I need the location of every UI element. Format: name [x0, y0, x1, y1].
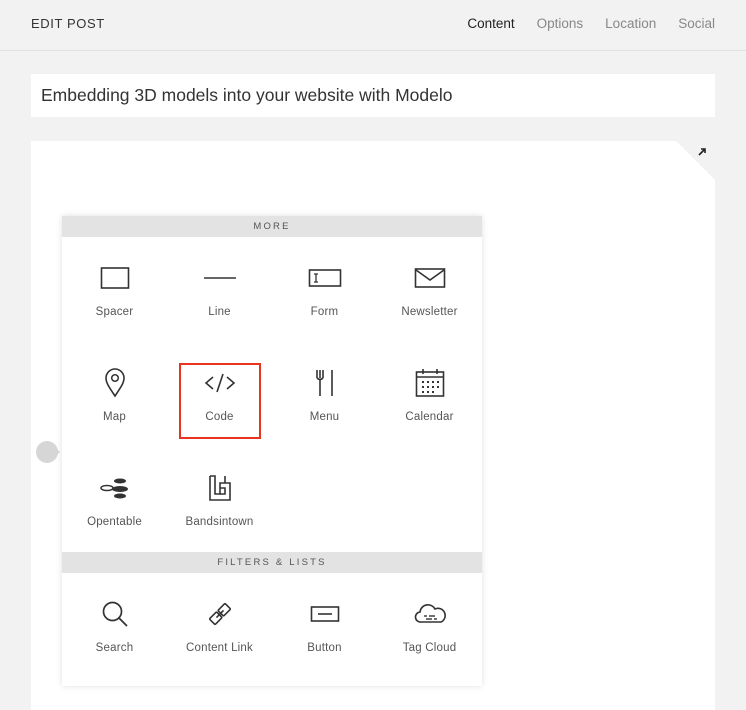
top-bar: EDIT POST Content Options Location Socia… — [0, 0, 746, 51]
block-label: Form — [310, 306, 339, 318]
section-heading-more: MORE — [62, 216, 482, 237]
block-label: Menu — [309, 411, 340, 423]
block-label: Button — [307, 642, 342, 654]
block-button[interactable]: Button — [272, 583, 377, 688]
map-pin-icon — [104, 368, 125, 398]
tab-social[interactable]: Social — [678, 16, 715, 31]
button-icon — [310, 606, 339, 622]
block-label: Spacer — [95, 306, 134, 318]
expand-icon[interactable] — [696, 146, 708, 158]
tab-options[interactable]: Options — [537, 16, 584, 31]
block-grid-more: Spacer Line Form Newsletter Map Code Men… — [62, 237, 482, 552]
search-icon — [102, 601, 128, 627]
block-content-link[interactable]: Content Link — [167, 583, 272, 688]
block-code[interactable]: Code — [167, 352, 272, 457]
block-label: Tag Cloud — [402, 642, 457, 654]
block-label: Line — [208, 306, 231, 318]
block-menu[interactable]: Menu — [272, 352, 377, 457]
block-tag-cloud[interactable]: Tag Cloud — [377, 583, 482, 688]
menu-fork-knife-icon — [315, 370, 333, 396]
calendar-icon — [415, 369, 444, 397]
opentable-icon — [99, 478, 128, 499]
block-grid-filters: Search Content Link Button Tag Cloud — [62, 573, 482, 688]
newsletter-icon — [414, 268, 445, 288]
block-label: Content Link — [186, 642, 253, 654]
tag-cloud-icon — [414, 604, 446, 623]
block-menu-panel: MORE Spacer Line Form Newsletter Map Cod… — [62, 216, 482, 686]
content-link-icon — [208, 603, 231, 625]
block-label: Map — [103, 411, 126, 423]
block-label: Newsletter — [401, 306, 458, 318]
insert-point-handle[interactable] — [36, 441, 60, 463]
block-form[interactable]: Form — [272, 247, 377, 352]
tab-location[interactable]: Location — [605, 16, 656, 31]
block-label: Opentable — [87, 516, 142, 528]
tab-content[interactable]: Content — [467, 16, 514, 31]
block-label: Code — [205, 411, 234, 423]
block-newsletter[interactable]: Newsletter — [377, 247, 482, 352]
spacer-icon — [100, 267, 129, 289]
block-label: Search — [95, 642, 134, 654]
block-search[interactable]: Search — [62, 583, 167, 688]
page-title: EDIT POST — [31, 16, 105, 31]
bandsintown-icon — [208, 475, 231, 501]
line-icon — [203, 277, 236, 279]
block-opentable[interactable]: Opentable — [62, 457, 167, 562]
post-title-input[interactable] — [31, 74, 715, 117]
block-spacer[interactable]: Spacer — [62, 247, 167, 352]
tab-bar: Content Options Location Social — [467, 16, 715, 31]
corner-fold — [675, 141, 715, 179]
block-line[interactable]: Line — [167, 247, 272, 352]
block-label: Calendar — [405, 411, 454, 423]
form-icon — [308, 269, 341, 287]
block-label: Bandsintown — [185, 516, 254, 528]
code-icon — [204, 373, 235, 393]
block-bandsintown[interactable]: Bandsintown — [167, 457, 272, 562]
block-map[interactable]: Map — [62, 352, 167, 457]
block-calendar[interactable]: Calendar — [377, 352, 482, 457]
